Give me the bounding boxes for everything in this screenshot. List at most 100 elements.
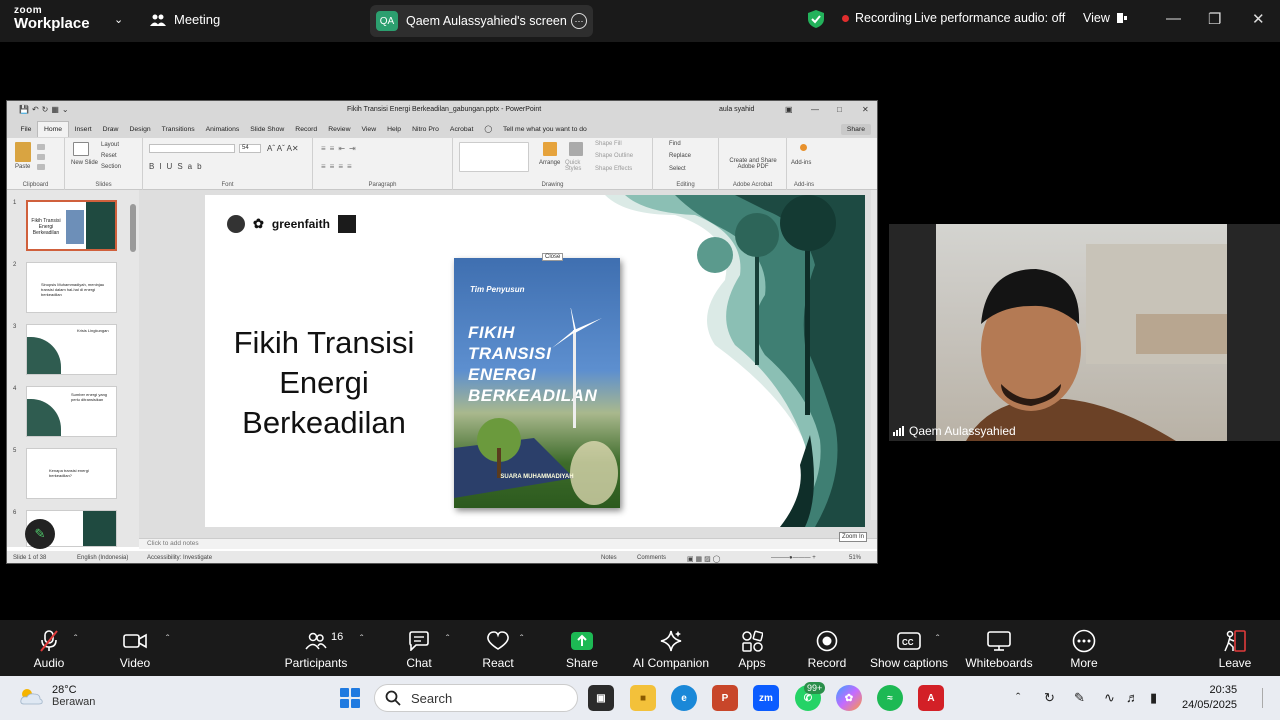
slide-scrollbar[interactable] bbox=[871, 190, 877, 520]
select-button[interactable]: Select bbox=[669, 166, 686, 172]
slide-thumbnail[interactable]: Fikih Transisi Energi Berkeadilan bbox=[26, 200, 117, 251]
create-pdf-button[interactable]: Create and Share Adobe PDF bbox=[725, 158, 781, 170]
quick-access-icons[interactable]: 💾↶↻▦⌄ bbox=[19, 105, 72, 114]
windows-start-icon[interactable] bbox=[340, 688, 360, 708]
spotify-icon[interactable]: ≈ bbox=[877, 685, 903, 711]
list-icons[interactable]: ≡≡⇤⇥ bbox=[321, 144, 360, 153]
format-painter-icon[interactable] bbox=[37, 164, 45, 170]
meeting-menu[interactable]: Meeting bbox=[150, 12, 220, 27]
acrobat-icon[interactable]: A bbox=[918, 685, 944, 711]
audio-caret-icon[interactable]: ˆ bbox=[74, 634, 77, 645]
tab-slide-show[interactable]: Slide Show bbox=[245, 126, 290, 133]
grow-font-icon[interactable]: Aˆ Aˇ A✕ bbox=[267, 144, 299, 153]
share-button[interactable]: Share bbox=[562, 628, 602, 670]
replace-button[interactable]: Replace bbox=[669, 153, 691, 159]
recording-indicator[interactable]: Recording bbox=[842, 11, 912, 25]
ribbon-display-icon[interactable]: ▣ bbox=[785, 105, 793, 114]
zoom-brand[interactable]: zoom Workplace bbox=[14, 6, 90, 32]
tab-design[interactable]: Design bbox=[124, 126, 156, 133]
taskbar-search[interactable]: Search bbox=[374, 684, 578, 712]
leave-button[interactable]: Leave bbox=[1216, 628, 1254, 670]
thumbnail-scrollbar[interactable] bbox=[129, 190, 137, 547]
chevron-down-icon[interactable]: ⌄ bbox=[114, 13, 123, 26]
notes-toggle[interactable]: Notes bbox=[601, 555, 617, 561]
cut-icon[interactable] bbox=[37, 144, 45, 150]
shield-icon[interactable] bbox=[808, 10, 824, 28]
new-slide-label[interactable]: New Slide bbox=[71, 160, 98, 166]
edge-browser-icon[interactable]: e bbox=[671, 685, 697, 711]
ppt-close-icon[interactable]: ✕ bbox=[862, 105, 869, 114]
view-mode-icons[interactable]: ▣ ▦ ▨ ◯ bbox=[687, 555, 721, 563]
powerpoint-taskbar-icon[interactable]: P bbox=[712, 685, 738, 711]
react-button[interactable]: React bbox=[478, 628, 518, 670]
tab-help[interactable]: Help bbox=[382, 126, 407, 133]
more-button[interactable]: More bbox=[1064, 628, 1104, 670]
paste-label[interactable]: Paste bbox=[15, 164, 30, 170]
annotate-pencil-icon[interactable]: ✎ bbox=[25, 519, 55, 549]
wifi-icon[interactable]: ∿ bbox=[1104, 690, 1115, 706]
apps-button[interactable]: Apps bbox=[732, 628, 772, 670]
tab-home[interactable]: Home bbox=[36, 121, 70, 137]
show-hidden-icons[interactable]: ˆ bbox=[1016, 690, 1020, 705]
ppt-share-button[interactable]: Share bbox=[840, 123, 871, 135]
audio-button[interactable]: Audio bbox=[28, 628, 70, 670]
captions-caret-icon[interactable]: ˆ bbox=[936, 634, 939, 645]
show-desktop-button[interactable] bbox=[1262, 688, 1266, 708]
sync-icon[interactable]: ↻ bbox=[1044, 690, 1055, 706]
file-explorer-icon[interactable]: ■ bbox=[630, 685, 656, 711]
paste-icon[interactable] bbox=[15, 142, 31, 162]
weather-widget[interactable]: 28°C Berawan bbox=[18, 684, 95, 708]
tab-view[interactable]: View bbox=[356, 126, 382, 133]
font-name-box[interactable] bbox=[149, 144, 235, 153]
participants-caret-icon[interactable]: ˆ bbox=[360, 634, 363, 645]
align-icons[interactable]: ≡≡≡≡ bbox=[321, 162, 356, 171]
arrange-icon[interactable] bbox=[543, 142, 557, 156]
tab-review[interactable]: Review bbox=[323, 126, 356, 133]
ppt-minimize-icon[interactable]: — bbox=[811, 105, 819, 114]
current-slide[interactable]: ✿ greenfaith Fikih Transisi Energi Berke… bbox=[205, 195, 865, 527]
tab-record[interactable]: Record bbox=[290, 126, 323, 133]
close-icon[interactable]: ✕ bbox=[1252, 10, 1265, 28]
quick-styles-icon[interactable] bbox=[569, 142, 583, 156]
video-button[interactable]: Video bbox=[114, 628, 156, 670]
shape-effects-button[interactable]: Shape Effects bbox=[595, 166, 632, 172]
zoom-taskbar-icon[interactable]: zm bbox=[753, 685, 779, 711]
copilot-icon[interactable]: ✿ bbox=[836, 685, 862, 711]
view-button[interactable]: View bbox=[1083, 11, 1128, 25]
minimize-icon[interactable]: — bbox=[1166, 10, 1181, 27]
ppt-user[interactable]: aula syahid bbox=[719, 106, 754, 113]
more-options-icon[interactable]: ⋯ bbox=[571, 13, 587, 29]
comments-toggle[interactable]: Comments bbox=[637, 555, 666, 561]
addins-icon[interactable] bbox=[800, 144, 807, 151]
close-tooltip[interactable]: Close bbox=[542, 253, 564, 261]
tab-animations[interactable]: Animations bbox=[200, 126, 245, 133]
chat-caret-icon[interactable]: ˆ bbox=[446, 634, 449, 645]
task-view-icon[interactable]: ▣ bbox=[588, 685, 614, 711]
addins-button[interactable]: Add-ins bbox=[791, 160, 811, 166]
ai-companion-button[interactable]: AI Companion bbox=[630, 628, 712, 670]
tab-nitro-pro[interactable]: Nitro Pro bbox=[407, 126, 445, 133]
reset-button[interactable]: Reset bbox=[101, 153, 117, 159]
pen-icon[interactable]: ✎ bbox=[1074, 690, 1085, 706]
accessibility-status[interactable]: Accessibility: Investigate bbox=[147, 555, 212, 561]
battery-icon[interactable]: ▮ bbox=[1150, 690, 1157, 706]
screen-share-pill[interactable]: QA Qaem Aulassyahied's screen ⋯ bbox=[370, 5, 593, 37]
arrange-label[interactable]: Arrange bbox=[539, 160, 560, 166]
section-button[interactable]: Section bbox=[101, 164, 121, 170]
react-caret-icon[interactable]: ˆ bbox=[520, 634, 523, 645]
quick-styles-label[interactable]: Quick Styles bbox=[565, 160, 589, 172]
layout-button[interactable]: Layout bbox=[101, 142, 119, 148]
tab-transitions[interactable]: Transitions bbox=[156, 126, 200, 133]
tell-me-search[interactable]: Tell me what you want to do bbox=[497, 126, 592, 133]
record-button[interactable]: Record bbox=[806, 628, 848, 670]
language-status[interactable]: English (Indonesia) bbox=[77, 555, 128, 561]
taskbar-clock[interactable]: 20:35 24/05/2025 bbox=[1182, 683, 1237, 713]
tab-insert[interactable]: Insert bbox=[69, 126, 97, 133]
zoom-level[interactable]: 51% bbox=[849, 555, 861, 561]
whiteboards-button[interactable]: Whiteboards bbox=[962, 628, 1036, 670]
new-slide-icon[interactable] bbox=[73, 142, 89, 156]
copy-icon[interactable] bbox=[37, 154, 45, 160]
tab-draw[interactable]: Draw bbox=[97, 126, 124, 133]
restore-icon[interactable]: ❐ bbox=[1208, 10, 1221, 28]
tab-file[interactable]: File bbox=[15, 126, 37, 133]
